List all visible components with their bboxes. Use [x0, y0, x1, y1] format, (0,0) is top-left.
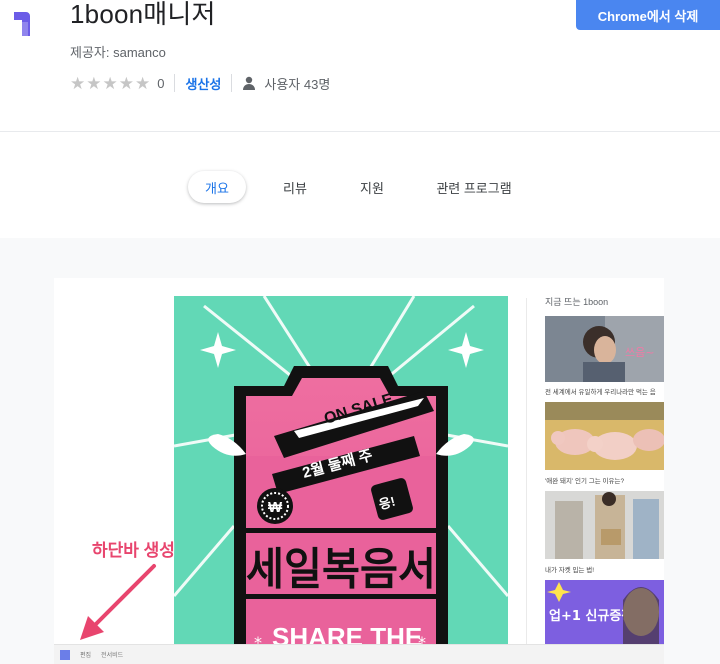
user-icon [243, 76, 256, 90]
bottom-bar-item-service[interactable]: 전서비드 [101, 650, 123, 659]
tab-reviews[interactable]: 리뷰 [272, 171, 318, 203]
annotation-arrow-icon [80, 564, 156, 640]
extension-screenshot[interactable]: ON SALE 2월 둘째 주 ₩ 응! 세일복음서 SHARE THE * *… [54, 278, 664, 664]
screenshot-gallery: ON SALE 2월 둘째 주 ₩ 응! 세일복음서 SHARE THE * *… [0, 238, 720, 664]
provider-text: 제공자: samanco [70, 45, 166, 60]
star-icon: ★ [70, 73, 86, 93]
annotation-label: 하단바 생성 [92, 541, 175, 560]
thumbnail-2[interactable] [545, 402, 664, 470]
category-link[interactable]: 생산성 [185, 74, 221, 93]
thumbnail-caption-3[interactable]: 내가 자켓 입는 법! [545, 564, 664, 574]
user-count: 사용자 43명 [264, 76, 331, 92]
bottom-bar: 편집 전서비드 [54, 644, 664, 664]
extension-header: 1boon매니저 제공자: samanco ★ ★ ★ ★ ★ 0 생산성 사용… [0, 0, 720, 132]
star-icon: ★ [118, 73, 134, 93]
thumbnail-caption-1[interactable]: 전 세계에서 유일하게 우리나라만 먹는 음 [545, 386, 664, 396]
bottom-bar-item-edit[interactable]: 편집 [80, 650, 91, 659]
star-icon: ★ [135, 73, 151, 93]
tab-bar: 개요 리뷰 지원 관련 프로그램 [0, 133, 720, 238]
thumbnail-3[interactable] [545, 491, 664, 559]
star-icon: ★ [102, 73, 118, 93]
sidebar-title: 지금 뜨는 1boon [545, 297, 609, 307]
bottom-bar-logo-icon [60, 649, 70, 660]
tab-overview[interactable]: 개요 [188, 171, 246, 203]
thumbnail-1[interactable]: 쓰음~ [545, 316, 664, 382]
star-icon: ★ [86, 73, 102, 93]
rating-count[interactable]: 0 [157, 76, 164, 91]
sidebar-divider [526, 298, 527, 658]
thumb-overlay-text: 쓰음~ [625, 346, 654, 359]
meta-row: ★ ★ ★ ★ ★ 0 생산성 사용자 43명 [70, 73, 330, 93]
thumbnail-4[interactable]: 업+1 신규증정! [545, 580, 664, 644]
thumbnail-caption-2[interactable]: '애완 돼지' 인기 그는 이유는? [545, 475, 664, 485]
divider [231, 74, 233, 92]
tab-support[interactable]: 지원 [349, 171, 395, 203]
rating-stars[interactable]: ★ ★ ★ ★ ★ [70, 75, 150, 92]
remove-from-chrome-button[interactable]: Chrome에서 삭제 [576, 0, 720, 30]
poster-headline: 세일복음서 [246, 544, 436, 595]
poster-coin: ₩ [268, 499, 283, 516]
sale-poster-image: ON SALE 2월 둘째 주 ₩ 응! 세일복음서 SHARE THE * * [174, 296, 508, 664]
app-logo-icon [14, 12, 30, 36]
app-title: 1boon매니저 [70, 0, 216, 29]
tab-related[interactable]: 관련 프로그램 [430, 171, 518, 203]
divider [174, 74, 176, 92]
